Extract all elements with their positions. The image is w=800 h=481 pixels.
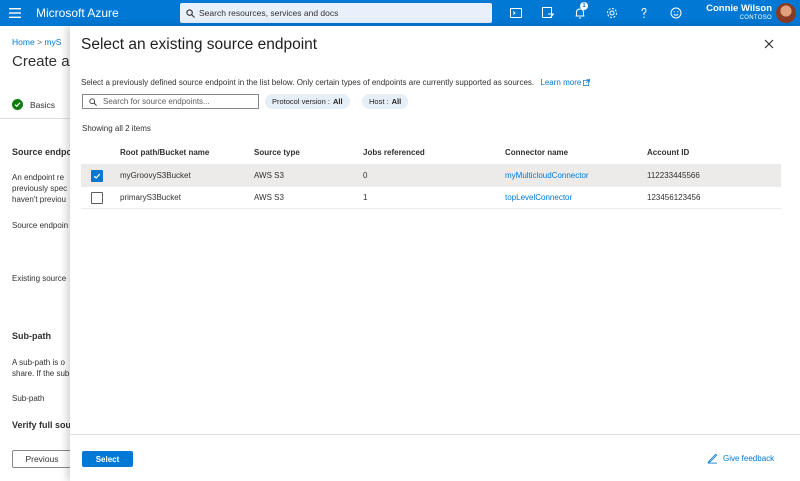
cell-account-id: 123456123456 [647, 193, 701, 202]
description-text: Select a previously defined source endpo… [81, 78, 535, 87]
breadcrumb-separator: > [37, 37, 43, 47]
panel-title: Select an existing source endpoint [81, 36, 318, 53]
brand-title[interactable]: Microsoft Azure [30, 6, 174, 20]
wizard-step-basics[interactable]: Basics ( [12, 99, 76, 110]
source-desc-line-2: previously spec [12, 184, 68, 193]
cell-connector-link[interactable]: topLevelConnector [505, 187, 572, 208]
table-row[interactable]: myGroovyS3Bucket AWS S3 0 myMulticloudCo… [81, 165, 781, 187]
search-placeholder: Search resources, services and docs [199, 8, 339, 18]
cell-jobs-referenced: 0 [363, 171, 368, 180]
breadcrumb-home[interactable]: Home [12, 37, 35, 47]
filter-value: All [332, 97, 343, 106]
feedback-label: Give feedback [723, 454, 775, 463]
protocol-version-filter[interactable]: Protocol version : All [265, 94, 350, 109]
close-icon[interactable] [763, 38, 775, 50]
user-organization: CONTOSO [739, 15, 772, 21]
filter-label: Protocol version : [272, 97, 330, 106]
section-heading-verify: Verify full sou [12, 420, 72, 430]
subpath-desc-line-1: A sub-path is o [12, 358, 65, 367]
directory-filter-icon[interactable] [532, 0, 564, 26]
endpoint-search-input[interactable]: Search for source endpoints... [82, 94, 259, 109]
page-title: Create a [12, 53, 70, 70]
hamburger-menu-icon[interactable] [0, 0, 30, 26]
step-label: Basics [30, 99, 56, 110]
select-endpoint-panel: Select an existing source endpoint Selec… [70, 26, 800, 481]
table-row[interactable]: primaryS3Bucket AWS S3 1 topLevelConnect… [81, 187, 781, 209]
row-checkbox[interactable] [91, 191, 103, 204]
breadcrumb: Home > myS [12, 37, 61, 47]
cell-bucket-name: myGroovyS3Bucket [120, 171, 191, 180]
divider [0, 118, 70, 119]
cell-source-type: AWS S3 [254, 171, 284, 180]
item-count: Showing all 2 items [82, 124, 151, 133]
breadcrumb-item[interactable]: myS [44, 37, 61, 47]
column-header-name[interactable]: Root path/Bucket name [120, 141, 209, 164]
external-link-icon [583, 79, 591, 86]
checkmark-icon [93, 173, 101, 179]
cell-bucket-name: primaryS3Bucket [120, 193, 181, 202]
section-heading-subpath: Sub-path [12, 331, 51, 341]
avatar[interactable] [776, 3, 796, 23]
feedback-icon [707, 453, 718, 464]
previous-button[interactable]: Previous [12, 450, 72, 468]
global-search-input[interactable]: Search resources, services and docs [180, 3, 492, 23]
row-checkbox-checked[interactable] [91, 169, 103, 182]
account-menu[interactable]: Connie Wilson CONTOSO [700, 3, 772, 21]
notification-count-badge: 1 [580, 2, 588, 10]
section-heading-source: Source endpo [12, 147, 73, 157]
cell-jobs-referenced: 1 [363, 193, 368, 202]
subpath-label: Sub-path [12, 394, 45, 403]
cell-account-id: 112233445566 [647, 171, 700, 180]
top-navigation-bar: Microsoft Azure Search resources, servic… [0, 0, 800, 26]
select-button[interactable]: Select [82, 451, 133, 467]
source-desc-line-1: An endpoint re [12, 173, 65, 182]
user-name: Connie Wilson [706, 3, 772, 14]
table-header: Root path/Bucket name Source type Jobs r… [81, 141, 781, 165]
checkmark-icon [12, 99, 23, 110]
settings-icon[interactable] [596, 0, 628, 26]
source-endpoint-label: Source endpoin [12, 221, 69, 230]
subpath-desc-line-2: share. If the sub [12, 369, 70, 378]
cell-connector-link[interactable]: myMulticloudConnector [505, 165, 589, 186]
existing-source-label: Existing source [12, 274, 67, 283]
feedback-smiley-icon[interactable] [660, 0, 692, 26]
cloud-shell-icon[interactable] [500, 0, 532, 26]
column-header-account[interactable]: Account ID [647, 141, 689, 164]
search-icon [89, 97, 97, 106]
cell-source-type: AWS S3 [254, 193, 284, 202]
footer-divider [70, 434, 800, 435]
source-desc-line-3: haven't previou [12, 195, 67, 204]
background-page: Home > myS Create a Basics ( Source endp… [0, 26, 76, 481]
column-header-connector[interactable]: Connector name [505, 141, 568, 164]
column-header-type[interactable]: Source type [254, 141, 300, 164]
filter-label: Host : [369, 97, 389, 106]
learn-more-link[interactable]: Learn more [540, 78, 581, 87]
filter-value: All [391, 97, 402, 106]
column-header-jobs[interactable]: Jobs referenced [363, 141, 425, 164]
help-icon[interactable] [628, 0, 660, 26]
search-placeholder: Search for source endpoints... [103, 97, 210, 106]
give-feedback-link[interactable]: Give feedback [707, 453, 774, 464]
notifications-icon[interactable]: 1 [564, 0, 596, 26]
host-filter[interactable]: Host : All [362, 94, 409, 109]
endpoint-table: Root path/Bucket name Source type Jobs r… [81, 141, 781, 209]
search-icon [186, 8, 195, 18]
panel-description: Select a previously defined source endpo… [81, 78, 591, 87]
